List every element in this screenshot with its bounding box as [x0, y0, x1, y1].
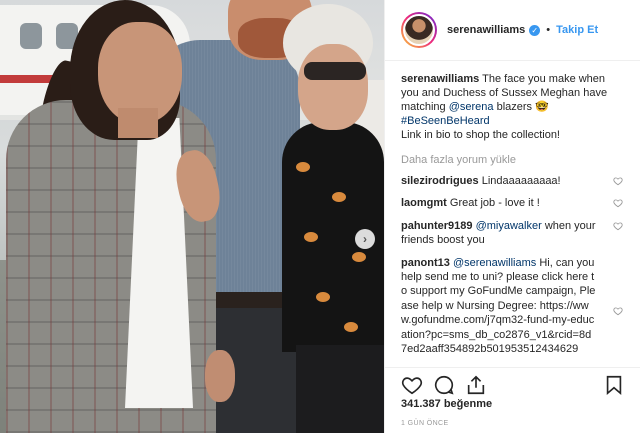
bookmark-icon[interactable]	[603, 374, 625, 396]
photo-flower	[316, 292, 330, 302]
comment-item: panont13 @serenawilliams Hi, can you hel…	[401, 256, 625, 357]
share-icon[interactable]	[465, 374, 487, 396]
caption-link-text: Link in bio to shop the collection!	[401, 129, 560, 141]
load-more-comments[interactable]: Daha fazla yorum yükle	[401, 154, 625, 166]
chevron-right-icon: ›	[363, 232, 367, 246]
comment-mention[interactable]: @miyawalker	[473, 220, 542, 232]
post-caption: serenawilliams The face you make when yo…	[401, 72, 625, 142]
profile-avatar[interactable]	[401, 12, 437, 48]
post-header: serenawilliams ✓ • Takip Et	[385, 0, 640, 61]
heart-icon[interactable]	[401, 374, 423, 396]
header-separator: •	[546, 24, 551, 36]
comment-mention[interactable]: @serenawilliams	[450, 257, 536, 269]
caption-text-after: blazers 🤓	[493, 101, 549, 113]
comment-icon[interactable]	[433, 374, 455, 396]
photo-flower	[332, 192, 346, 202]
comment-username[interactable]: laomgmt	[401, 197, 447, 209]
post-side-panel: serenawilliams ✓ • Takip Et serenawillia…	[384, 0, 640, 433]
photo-flower	[296, 162, 310, 172]
comments-section[interactable]: serenawilliams The face you make when yo…	[385, 62, 640, 366]
header-username[interactable]: serenawilliams	[447, 24, 525, 36]
photo-flower	[344, 322, 358, 332]
comment-item: silezirodrigues Lindaaaaaaaaa!	[401, 174, 625, 188]
comment-username[interactable]: panont13	[401, 257, 450, 269]
comment-item: laomgmt Great job - love it !	[401, 196, 625, 210]
follow-button[interactable]: Takip Et	[556, 24, 598, 36]
post-photo[interactable]: ›	[0, 0, 384, 433]
comment-text: Lindaaaaaaaaa!	[478, 175, 561, 187]
verified-badge-icon: ✓	[529, 24, 541, 36]
heart-icon[interactable]	[613, 198, 623, 208]
comment-item: pahunter9189 @miyawalker when your frien…	[401, 219, 625, 248]
caption-hashtag[interactable]: #BeSeenBeHeard	[401, 115, 490, 127]
likes-count[interactable]: 341.387 beğenme	[401, 398, 492, 410]
comment-text: Great job - love it !	[446, 197, 540, 210]
photo-woman-right-face	[298, 44, 368, 130]
comment-text: Hi, can you help send me to uni? please …	[401, 256, 596, 356]
action-bar	[385, 367, 640, 401]
next-photo-button[interactable]: ›	[355, 229, 375, 249]
comment-username[interactable]: pahunter9189	[401, 220, 473, 232]
caption-username[interactable]: serenawilliams	[401, 73, 479, 85]
heart-icon[interactable]	[613, 306, 623, 316]
photo-woman-left-neck	[118, 108, 158, 138]
post-timestamp: 1 GÜN ÖNCE	[401, 420, 449, 427]
photo-flower	[304, 232, 318, 242]
comment-username[interactable]: silezirodrigues	[401, 175, 479, 187]
photo-held-hands	[205, 350, 235, 402]
heart-icon[interactable]	[613, 221, 623, 231]
heart-icon[interactable]	[613, 176, 623, 186]
photo-plane-window	[20, 23, 42, 49]
avatar-image	[403, 14, 435, 46]
photo-sunglasses	[304, 62, 366, 80]
photo-flower	[352, 252, 366, 262]
caption-mention[interactable]: @serena	[449, 101, 494, 113]
photo-woman-right-pants	[296, 345, 384, 433]
